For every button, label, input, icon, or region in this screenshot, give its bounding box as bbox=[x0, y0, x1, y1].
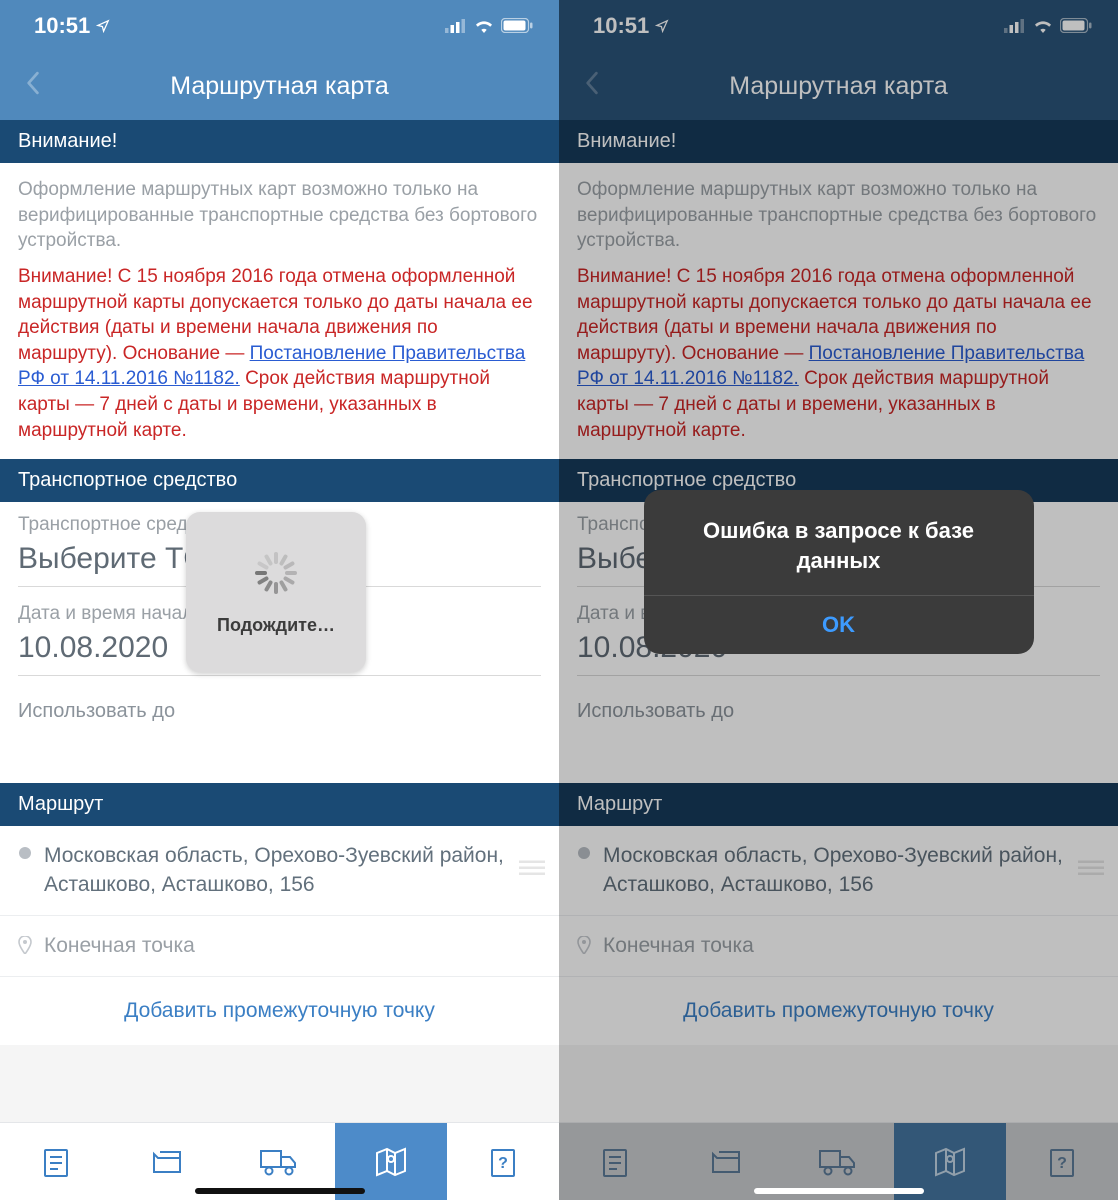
info-text-red: Внимание! С 15 ноября 2016 года отмена о… bbox=[18, 264, 541, 443]
route-end-item[interactable]: Конечная точка bbox=[559, 916, 1118, 977]
wifi-icon bbox=[1032, 13, 1054, 39]
dot-icon bbox=[18, 846, 32, 865]
info-box: Оформление маршрутных карт возможно толь… bbox=[559, 163, 1118, 459]
section-route: Маршрут bbox=[559, 783, 1118, 826]
status-bar: 10:51 bbox=[0, 0, 559, 52]
tab-help[interactable]: ? bbox=[447, 1123, 559, 1200]
location-icon bbox=[96, 13, 110, 39]
use-until-field[interactable]: Использовать до bbox=[559, 680, 1118, 783]
tab-help[interactable]: ? bbox=[1006, 1123, 1118, 1200]
phone-screen-error: 10:51 Маршрутная карта Внимание! Оформле… bbox=[559, 0, 1118, 1200]
tab-doc[interactable] bbox=[559, 1123, 671, 1200]
header: Маршрутная карта bbox=[0, 52, 559, 120]
section-attention: Внимание! bbox=[559, 120, 1118, 163]
route-start-item[interactable]: Московская область, Орехово-Зуевский рай… bbox=[559, 826, 1118, 916]
location-icon bbox=[655, 13, 669, 39]
pin-icon bbox=[577, 936, 591, 959]
cellular-icon bbox=[1004, 13, 1026, 39]
info-text-gray: Оформление маршрутных карт возможно толь… bbox=[577, 177, 1100, 254]
back-button[interactable] bbox=[16, 65, 50, 108]
error-alert: Ошибка в запросе к базе данных OK bbox=[644, 490, 1034, 654]
back-button[interactable] bbox=[575, 65, 609, 108]
drag-handle-icon[interactable] bbox=[519, 860, 545, 881]
pin-icon bbox=[18, 936, 32, 959]
section-attention: Внимание! bbox=[0, 120, 559, 163]
alert-ok-button[interactable]: OK bbox=[644, 596, 1034, 654]
add-waypoint-button[interactable]: Добавить промежуточную точку bbox=[559, 977, 1118, 1045]
status-time: 10:51 bbox=[34, 13, 90, 39]
status-time: 10:51 bbox=[593, 13, 649, 39]
header: Маршрутная карта bbox=[559, 52, 1118, 120]
page-title: Маршрутная карта bbox=[0, 72, 559, 101]
add-waypoint-button[interactable]: Добавить промежуточную точку bbox=[0, 977, 559, 1045]
svg-text:?: ? bbox=[498, 1155, 508, 1172]
wifi-icon bbox=[473, 13, 495, 39]
route-start-text: Московская область, Орехово-Зуевский рай… bbox=[603, 842, 1100, 899]
section-route: Маршрут bbox=[0, 783, 559, 826]
loading-text: Подождите… bbox=[217, 615, 335, 636]
route-end-item[interactable]: Конечная точка bbox=[0, 916, 559, 977]
route-end-placeholder: Конечная точка bbox=[603, 932, 1100, 960]
route-start-item[interactable]: Московская область, Орехово-Зуевский рай… bbox=[0, 826, 559, 916]
info-text-gray: Оформление маршрутных карт возможно толь… bbox=[18, 177, 541, 254]
route-end-placeholder: Конечная точка bbox=[44, 932, 541, 960]
drag-handle-icon[interactable] bbox=[1078, 860, 1104, 881]
phone-screen-loading: 10:51 Маршрутная карта Внимание! Оформле… bbox=[0, 0, 559, 1200]
home-indicator[interactable] bbox=[195, 1188, 365, 1194]
use-until-field[interactable]: Использовать до bbox=[0, 680, 559, 783]
cellular-icon bbox=[445, 13, 467, 39]
tab-doc[interactable] bbox=[0, 1123, 112, 1200]
page-title: Маршрутная карта bbox=[559, 72, 1118, 101]
section-vehicle: Транспортное средство bbox=[0, 459, 559, 502]
battery-icon bbox=[1060, 13, 1092, 39]
info-text-red: Внимание! С 15 ноября 2016 года отмена о… bbox=[577, 264, 1100, 443]
status-bar: 10:51 bbox=[559, 0, 1118, 52]
home-indicator[interactable] bbox=[754, 1188, 924, 1194]
alert-title: Ошибка в запросе к базе данных bbox=[668, 516, 1010, 575]
dot-icon bbox=[577, 846, 591, 865]
spinner-icon bbox=[252, 549, 300, 597]
battery-icon bbox=[501, 13, 533, 39]
svg-text:?: ? bbox=[1057, 1155, 1067, 1172]
info-box: Оформление маршрутных карт возможно толь… bbox=[0, 163, 559, 459]
route-start-text: Московская область, Орехово-Зуевский рай… bbox=[44, 842, 541, 899]
loading-modal: Подождите… bbox=[186, 512, 366, 672]
